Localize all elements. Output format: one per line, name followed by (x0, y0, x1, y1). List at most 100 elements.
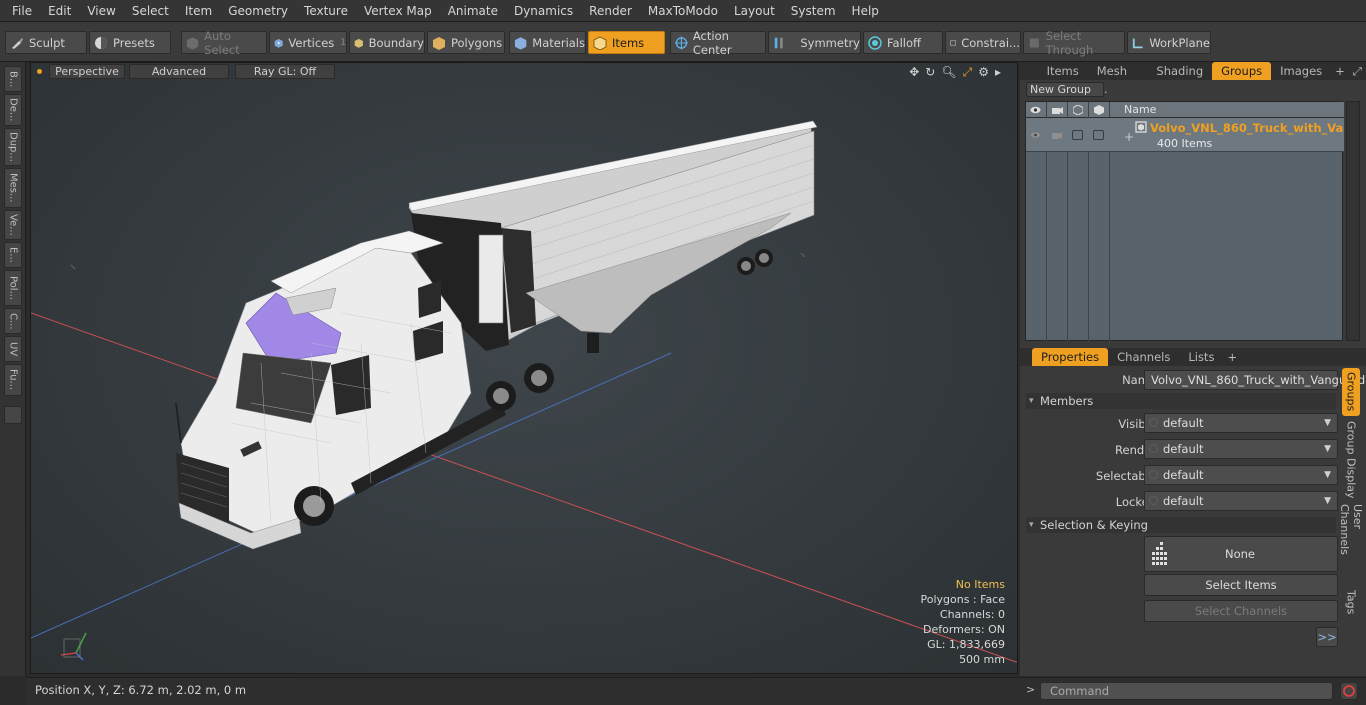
vertices-button[interactable]: Vertices 1 (269, 31, 347, 54)
menu-layout[interactable]: Layout (726, 0, 783, 22)
symmetry-label: Symmetry (800, 35, 860, 50)
materials-icon (514, 36, 527, 50)
members-section-header[interactable]: Members (1026, 393, 1336, 409)
side-tab-tags[interactable]: Tags (1342, 584, 1360, 620)
axis-gizmo (60, 632, 87, 661)
left-tab-extra[interactable] (4, 406, 22, 424)
falloff-button[interactable]: Falloff (863, 31, 943, 54)
locked-reset-icon[interactable] (1149, 496, 1158, 505)
action-center-button[interactable]: Action Center (670, 29, 766, 57)
constraints-button[interactable]: Constrai... (945, 31, 1021, 54)
rotate-view-icon[interactable]: ↻ (925, 65, 935, 80)
left-tab-edge[interactable]: E... (4, 242, 22, 268)
move-view-icon[interactable]: ✥ (909, 65, 919, 80)
menu-maxtomodo[interactable]: MaxToModo (640, 0, 726, 22)
tab-properties[interactable]: Properties (1032, 348, 1109, 366)
menu-select[interactable]: Select (124, 0, 177, 22)
raygl-toggle[interactable]: Ray GL: Off (235, 64, 335, 79)
left-tab-fusion[interactable]: Fu... (4, 364, 22, 396)
zoom-view-icon[interactable]: 🔍︎ (941, 65, 956, 80)
more-options-button[interactable]: >> (1316, 627, 1338, 647)
row-select-checkbox[interactable] (1072, 130, 1083, 140)
menu-system[interactable]: System (783, 0, 844, 22)
tab-shading[interactable]: Shading (1147, 62, 1212, 80)
new-group-button[interactable]: New Group (1026, 82, 1104, 97)
menu-dynamics[interactable]: Dynamics (506, 0, 581, 22)
expand-panel-icon[interactable]: ⤢ (1349, 62, 1366, 80)
items-button[interactable]: Items (588, 31, 665, 54)
record-macro-icon[interactable] (1340, 682, 1358, 700)
sculpt-button[interactable]: Sculpt (5, 31, 87, 54)
menu-animate[interactable]: Animate (440, 0, 506, 22)
presets-button[interactable]: Presets (89, 31, 171, 54)
select-through-button[interactable]: Select Through (1023, 29, 1125, 57)
visible-reset-icon[interactable] (1149, 418, 1158, 427)
3d-viewport[interactable]: Perspective Advanced Ray GL: Off ✥ ↻ 🔍︎ … (30, 62, 1018, 674)
group-name-input[interactable]: Volvo_VNL_860_Truck_with_Vanguard (1144, 370, 1365, 390)
fit-view-icon[interactable]: ⤢ (963, 65, 973, 80)
side-tab-groups[interactable]: Groups (1342, 368, 1360, 416)
workplane-button[interactable]: WorkPlane (1127, 31, 1211, 54)
selectable-dropdown[interactable]: default ▼ (1144, 465, 1338, 485)
row-visibility-icon[interactable] (1030, 130, 1041, 140)
render-reset-icon[interactable] (1149, 444, 1158, 453)
viewport-menu-arrow-icon[interactable]: ▸ (995, 65, 1001, 80)
expand-group-icon[interactable]: + (1124, 130, 1134, 144)
selectable-reset-icon[interactable] (1149, 470, 1158, 479)
left-tab-basic[interactable]: B... (4, 66, 22, 92)
menu-edit[interactable]: Edit (40, 0, 79, 22)
left-tab-curve[interactable]: C... (4, 308, 22, 334)
left-tab-duplicate[interactable]: Dup... (4, 128, 22, 166)
selection-keying-section-header[interactable]: Selection & Keying (1026, 517, 1336, 533)
symmetry-button[interactable]: Symmetry (768, 31, 861, 54)
polygons-button[interactable]: Polygons (427, 31, 505, 54)
locked-dropdown[interactable]: default ▼ (1144, 491, 1338, 511)
add-tab-icon[interactable]: + (1331, 62, 1349, 80)
shading-mode-dropdown[interactable]: Advanced (129, 64, 229, 79)
menu-texture[interactable]: Texture (296, 0, 356, 22)
tab-groups[interactable]: Groups (1212, 62, 1272, 80)
select-items-button[interactable]: Select Items (1144, 574, 1338, 596)
row-render-icon[interactable] (1051, 130, 1063, 140)
scene-canvas[interactable] (31, 63, 1018, 674)
menu-render[interactable]: Render (581, 0, 640, 22)
menu-view[interactable]: View (79, 0, 123, 22)
left-tab-deform[interactable]: De... (4, 94, 22, 126)
left-tab-vertex[interactable]: Ve... (4, 210, 22, 240)
select-channels-button[interactable]: Select Channels (1144, 600, 1338, 622)
tab-mesh[interactable]: Mesh ... (1088, 62, 1148, 96)
menu-help[interactable]: Help (844, 0, 887, 22)
groups-list-scrollbar[interactable] (1346, 101, 1360, 341)
visible-dropdown[interactable]: default ▼ (1144, 413, 1338, 433)
left-tab-uv[interactable]: UV (4, 336, 22, 362)
materials-button[interactable]: Materials (509, 31, 586, 54)
group-row[interactable]: + Volvo_VNL_860_Truck_with_Va ... 400 It… (1026, 118, 1360, 152)
side-tab-group-display[interactable]: Group Display (1342, 420, 1360, 500)
info-channels: Channels: 0 (939, 608, 1005, 621)
workplane-label: WorkPlane (1149, 35, 1210, 50)
row-lock-checkbox[interactable] (1093, 130, 1104, 140)
tab-items[interactable]: Items (1038, 62, 1088, 80)
menu-vertex-map[interactable]: Vertex Map (356, 0, 440, 22)
workplane-icon (1132, 38, 1143, 48)
tab-lists[interactable]: Lists (1179, 348, 1223, 366)
render-dropdown[interactable]: default ▼ (1144, 439, 1338, 459)
tab-images[interactable]: Images (1271, 62, 1331, 80)
perspective-dropdown[interactable]: Perspective (49, 64, 125, 79)
boundary-button[interactable]: Boundary (349, 31, 425, 54)
selection-none-button[interactable]: None (1144, 536, 1338, 572)
left-tab-polygon[interactable]: Pol... (4, 270, 22, 306)
command-input[interactable]: Command (1040, 682, 1333, 700)
group-name[interactable]: Volvo_VNL_860_Truck_with_Va ... (1150, 121, 1360, 135)
side-tab-user-channels[interactable]: User Channels (1338, 504, 1364, 580)
menu-item[interactable]: Item (177, 0, 220, 22)
menu-geometry[interactable]: Geometry (220, 0, 296, 22)
viewport-settings-icon[interactable]: ⚙ (978, 65, 989, 80)
chevron-down-icon: ▼ (1324, 496, 1331, 506)
auto-select-button[interactable]: Auto Select (181, 29, 267, 57)
menu-file[interactable]: File (4, 0, 40, 22)
left-tab-mesh[interactable]: Mes... (4, 168, 22, 208)
crosshair-icon (675, 36, 688, 49)
add-properties-tab-icon[interactable]: + (1223, 348, 1241, 366)
tab-channels[interactable]: Channels (1108, 348, 1179, 366)
